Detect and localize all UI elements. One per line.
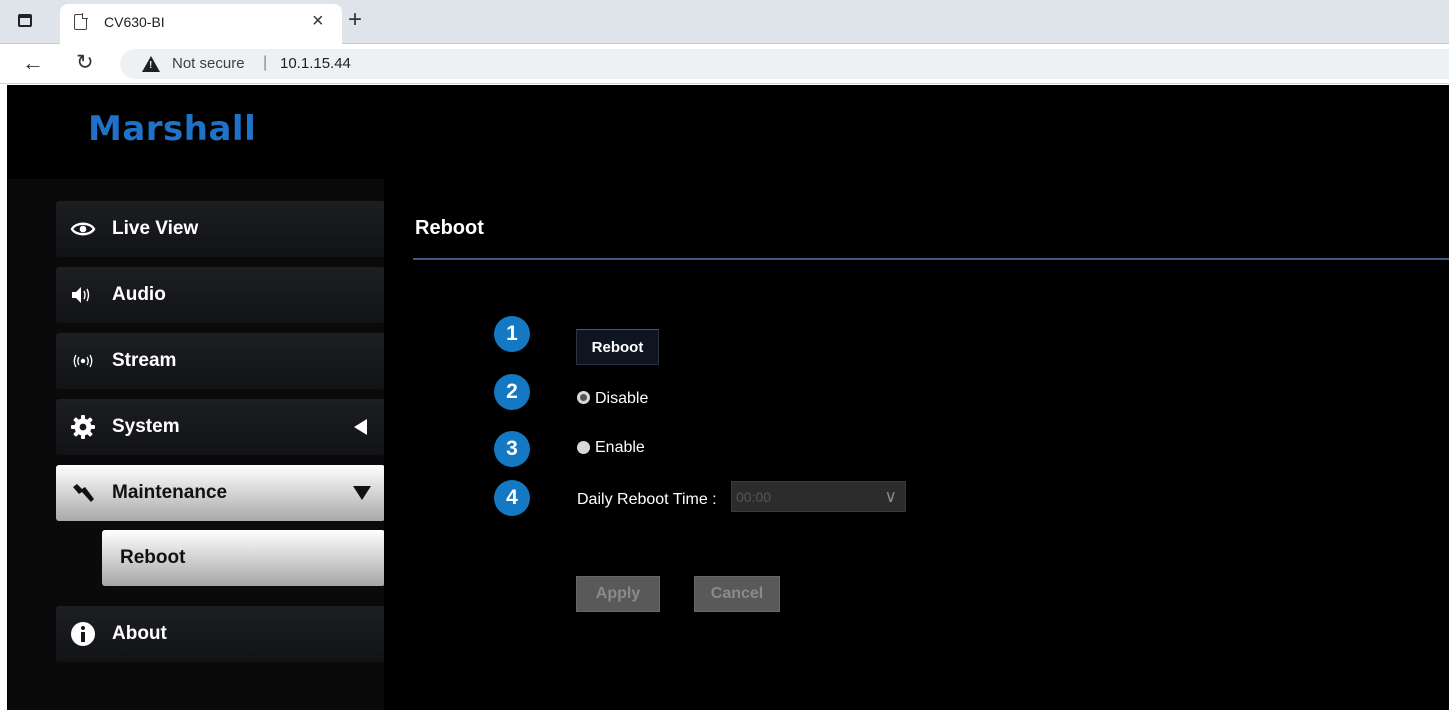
page-icon — [74, 13, 88, 30]
callout-badge-3: 3 — [494, 431, 530, 467]
callout-badge-1: 1 — [494, 316, 530, 352]
url-box[interactable]: ! Not secure | 10.1.15.44 — [120, 49, 1449, 79]
web-page: Marshall Live View Audio Stream System M… — [8, 85, 1449, 710]
sidebar-item-live-view[interactable]: Live View — [56, 201, 385, 257]
cancel-button[interactable]: Cancel — [694, 576, 780, 612]
sidebar-item-label: Live View — [112, 218, 199, 239]
sidebar-item-about[interactable]: About — [56, 606, 385, 662]
chevron-down-icon: ∨ — [884, 487, 897, 506]
broadcast-icon — [73, 354, 93, 368]
page-left-border — [0, 85, 8, 710]
apply-button[interactable]: Apply — [576, 576, 660, 612]
url-text[interactable]: 10.1.15.44 — [280, 55, 351, 72]
main-content: Reboot 1 2 3 4 Reboot Disable Enable Dai… — [384, 179, 1449, 710]
reload-icon[interactable]: ↻ — [76, 50, 94, 75]
expand-arrow-icon — [353, 486, 371, 500]
gear-icon — [71, 415, 95, 439]
eye-icon — [70, 222, 96, 236]
sidebar-item-label: Stream — [112, 350, 177, 371]
sidebar-item-system[interactable]: System — [56, 399, 385, 455]
disable-label[interactable]: Disable — [595, 390, 648, 408]
enable-radio[interactable] — [577, 441, 590, 454]
info-icon — [71, 622, 95, 646]
marshall-logo: Marshall — [88, 109, 257, 149]
browser-tab[interactable]: CV630-BI × — [60, 4, 342, 44]
browser-tab-bar: CV630-BI × + — [0, 0, 1449, 44]
sidebar-item-label: Audio — [112, 284, 166, 305]
sidebar-item-stream[interactable]: Stream — [56, 333, 385, 389]
close-tab-icon[interactable]: × — [312, 10, 324, 33]
time-select-value: 00:00 — [736, 489, 772, 505]
page-title: Reboot — [415, 217, 484, 239]
callout-badge-2: 2 — [494, 374, 530, 410]
sidebar-item-label: Maintenance — [112, 482, 228, 503]
warning-icon[interactable]: ! — [142, 56, 160, 72]
tab-title: CV630-BI — [104, 14, 165, 30]
wrench-icon — [73, 484, 94, 502]
new-tab-icon[interactable]: + — [348, 6, 362, 34]
sidebar: Live View Audio Stream System Maintenanc… — [8, 179, 385, 710]
daily-reboot-time-label: Daily Reboot Time : — [577, 491, 717, 508]
daily-reboot-time-select[interactable]: 00:00 ∨ — [731, 481, 906, 512]
security-status[interactable]: Not secure — [172, 55, 245, 72]
back-arrow-icon[interactable]: ← — [22, 50, 44, 76]
sidebar-subitem-label: Reboot — [120, 547, 186, 568]
disable-radio[interactable] — [577, 391, 590, 404]
sidebar-item-maintenance[interactable]: Maintenance — [56, 465, 385, 521]
callout-badge-4: 4 — [494, 480, 530, 516]
speaker-icon — [72, 287, 90, 303]
title-divider — [413, 258, 1449, 260]
reboot-button[interactable]: Reboot — [576, 329, 659, 365]
sidebar-item-audio[interactable]: Audio — [56, 267, 385, 323]
window-menu-icon[interactable] — [18, 14, 32, 27]
page-header: Marshall — [8, 85, 1449, 179]
url-separator: | — [263, 54, 268, 71]
collapse-arrow-icon — [354, 419, 367, 435]
address-bar: ← ↻ ! Not secure | 10.1.15.44 — [0, 44, 1449, 84]
sidebar-item-label: System — [112, 416, 180, 437]
sidebar-item-label: About — [112, 623, 167, 644]
sidebar-subitem-reboot[interactable]: Reboot — [102, 530, 385, 586]
enable-label[interactable]: Enable — [595, 439, 645, 457]
